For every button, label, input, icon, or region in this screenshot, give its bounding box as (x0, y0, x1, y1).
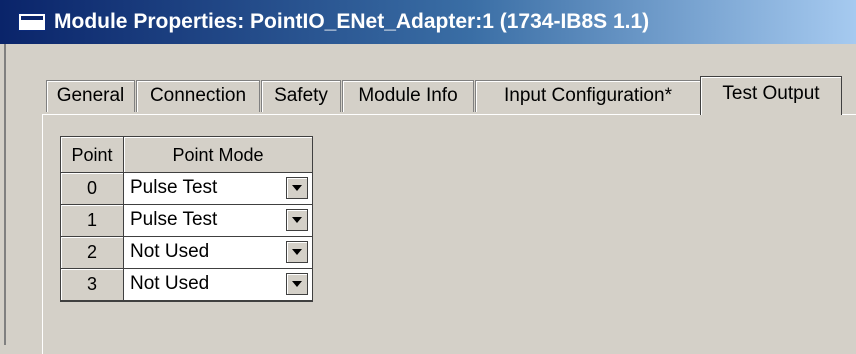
tab-safety[interactable]: Safety (261, 80, 341, 112)
window-title: Module Properties: PointIO_ENet_Adapter:… (54, 10, 650, 33)
title-bar[interactable]: Module Properties: PointIO_ENet_Adapter:… (0, 0, 856, 44)
tab-input-configuration[interactable]: Input Configuration* (475, 80, 701, 112)
point-mode-value: Not Used (130, 273, 210, 294)
dropdown-arrow-icon[interactable] (286, 241, 308, 263)
point-mode-select[interactable]: Not Used (124, 269, 312, 301)
table-row: 1 Pulse Test (61, 205, 312, 237)
tab-connection[interactable]: Connection (136, 80, 260, 112)
point-mode-select[interactable]: Not Used (124, 237, 312, 269)
tab-test-output[interactable]: Test Output (700, 76, 842, 115)
table-header: Point Point Mode (61, 137, 312, 173)
point-number: 0 (61, 173, 124, 205)
column-header-point[interactable]: Point (61, 137, 124, 173)
point-mode-table: Point Point Mode 0 Pulse Test 1 Pulse Te… (60, 136, 313, 302)
table-row: 0 Pulse Test (61, 173, 312, 205)
dropdown-arrow-icon[interactable] (286, 177, 308, 199)
table-row: 3 Not Used (61, 269, 312, 301)
table-row: 2 Not Used (61, 237, 312, 269)
point-number: 2 (61, 237, 124, 269)
column-header-point-mode[interactable]: Point Mode (124, 137, 312, 173)
point-mode-value: Pulse Test (130, 209, 218, 230)
point-mode-select[interactable]: Pulse Test (124, 205, 312, 237)
point-number: 1 (61, 205, 124, 237)
window-icon (18, 13, 46, 31)
point-number: 3 (61, 269, 124, 301)
tab-module-info[interactable]: Module Info (342, 80, 474, 112)
tab-general[interactable]: General (46, 80, 135, 112)
point-mode-select[interactable]: Pulse Test (124, 173, 312, 205)
dropdown-arrow-icon[interactable] (286, 209, 308, 231)
dropdown-arrow-icon[interactable] (286, 273, 308, 295)
point-mode-value: Pulse Test (130, 177, 218, 198)
point-mode-value: Not Used (130, 241, 210, 262)
